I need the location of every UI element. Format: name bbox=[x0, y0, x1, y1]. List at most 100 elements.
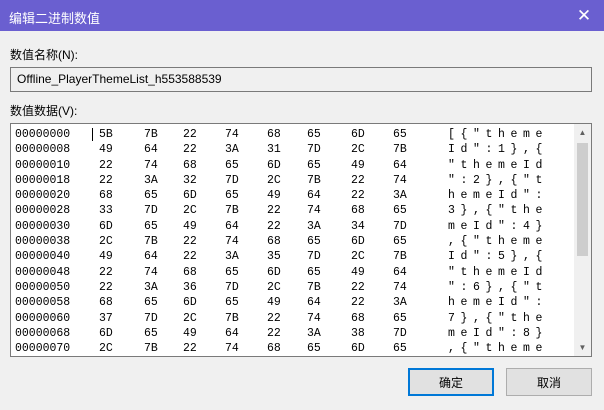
hex-byte[interactable]: 68 bbox=[267, 127, 281, 142]
hex-byte[interactable]: 2C bbox=[267, 280, 281, 295]
hex-byte[interactable]: 7B bbox=[225, 311, 239, 326]
hex-byte[interactable]: 49 bbox=[183, 219, 197, 234]
hex-byte[interactable]: 37 bbox=[99, 311, 113, 326]
hex-byte[interactable]: 32 bbox=[183, 173, 197, 188]
hex-byte[interactable]: 65 bbox=[225, 158, 239, 173]
hex-byte[interactable]: 22 bbox=[351, 173, 365, 188]
hex-byte[interactable]: 65 bbox=[393, 341, 407, 356]
hex-byte[interactable]: 64 bbox=[144, 249, 158, 264]
hex-byte[interactable]: 36 bbox=[183, 280, 197, 295]
hex-byte[interactable]: 68 bbox=[183, 265, 197, 280]
hex-byte[interactable]: 7D bbox=[225, 280, 239, 295]
hex-byte[interactable]: 65 bbox=[144, 188, 158, 203]
hex-byte[interactable]: 33 bbox=[99, 203, 113, 218]
hex-byte[interactable]: 65 bbox=[393, 234, 407, 249]
hex-byte[interactable]: 64 bbox=[393, 265, 407, 280]
hex-byte[interactable]: 49 bbox=[267, 188, 281, 203]
hex-byte[interactable]: 6D bbox=[183, 295, 197, 310]
ok-button[interactable]: 确定 bbox=[408, 368, 494, 396]
hex-byte[interactable]: 22 bbox=[351, 188, 365, 203]
hex-byte[interactable]: 64 bbox=[393, 158, 407, 173]
hex-byte[interactable]: 68 bbox=[99, 295, 113, 310]
hex-byte[interactable]: 74 bbox=[225, 341, 239, 356]
value-name-field[interactable]: Offline_PlayerThemeList_h553588539 bbox=[10, 67, 592, 92]
hex-byte[interactable]: 68 bbox=[351, 203, 365, 218]
hex-byte[interactable]: 5B bbox=[99, 127, 113, 142]
hex-byte[interactable]: 74 bbox=[307, 311, 321, 326]
hex-editor[interactable]: 00000000 5B 7B 22 74 68 65 6D 65[{" t h e m e 00000008… bbox=[10, 123, 592, 357]
hex-byte[interactable]: 35 bbox=[267, 249, 281, 264]
hex-byte[interactable]: 3A bbox=[225, 142, 239, 157]
hex-byte[interactable]: 3A bbox=[144, 173, 158, 188]
hex-byte[interactable]: 74 bbox=[393, 173, 407, 188]
hex-byte[interactable]: 7D bbox=[144, 203, 158, 218]
hex-byte[interactable]: 22 bbox=[267, 219, 281, 234]
hex-byte[interactable]: 6D bbox=[351, 341, 365, 356]
hex-byte[interactable]: 74 bbox=[307, 203, 321, 218]
hex-byte[interactable]: 64 bbox=[307, 295, 321, 310]
scroll-down-icon[interactable]: ▼ bbox=[574, 339, 591, 356]
hex-byte[interactable]: 65 bbox=[307, 341, 321, 356]
vertical-scrollbar[interactable]: ▲ ▼ bbox=[574, 124, 591, 356]
hex-byte[interactable]: 22 bbox=[267, 311, 281, 326]
hex-byte[interactable]: 22 bbox=[351, 280, 365, 295]
hex-byte[interactable]: 65 bbox=[393, 311, 407, 326]
hex-byte[interactable]: 49 bbox=[351, 265, 365, 280]
hex-byte[interactable]: 22 bbox=[183, 249, 197, 264]
hex-byte[interactable]: 74 bbox=[225, 127, 239, 142]
hex-byte[interactable]: 7B bbox=[393, 249, 407, 264]
hex-byte[interactable]: 7B bbox=[144, 234, 158, 249]
hex-byte[interactable]: 65 bbox=[393, 127, 407, 142]
hex-byte[interactable]: 64 bbox=[225, 326, 239, 341]
hex-byte[interactable]: 3A bbox=[393, 295, 407, 310]
hex-byte[interactable]: 31 bbox=[267, 142, 281, 157]
hex-byte[interactable]: 65 bbox=[393, 203, 407, 218]
hex-byte[interactable]: 7B bbox=[144, 341, 158, 356]
hex-byte[interactable]: 7D bbox=[307, 249, 321, 264]
hex-byte[interactable]: 49 bbox=[99, 142, 113, 157]
hex-byte[interactable]: 2C bbox=[351, 142, 365, 157]
hex-byte[interactable]: 7B bbox=[307, 173, 321, 188]
hex-byte[interactable]: 3A bbox=[307, 326, 321, 341]
hex-byte[interactable]: 74 bbox=[144, 265, 158, 280]
hex-byte[interactable]: 6D bbox=[267, 265, 281, 280]
hex-byte[interactable]: 6D bbox=[267, 158, 281, 173]
hex-byte[interactable]: 7D bbox=[393, 219, 407, 234]
hex-byte[interactable]: 34 bbox=[351, 219, 365, 234]
hex-byte[interactable]: 68 bbox=[267, 234, 281, 249]
hex-byte[interactable]: 22 bbox=[99, 280, 113, 295]
hex-byte[interactable]: 68 bbox=[99, 188, 113, 203]
hex-byte[interactable]: 64 bbox=[307, 188, 321, 203]
hex-byte[interactable]: 7D bbox=[307, 142, 321, 157]
hex-byte[interactable]: 22 bbox=[99, 158, 113, 173]
hex-byte[interactable]: 49 bbox=[267, 295, 281, 310]
hex-byte[interactable]: 65 bbox=[144, 326, 158, 341]
hex-byte[interactable]: 3A bbox=[393, 188, 407, 203]
hex-byte[interactable]: 22 bbox=[183, 234, 197, 249]
hex-byte[interactable]: 6D bbox=[99, 326, 113, 341]
hex-byte[interactable]: 65 bbox=[225, 295, 239, 310]
hex-byte[interactable]: 65 bbox=[307, 265, 321, 280]
hex-byte[interactable]: 2C bbox=[183, 311, 197, 326]
hex-byte[interactable]: 6D bbox=[351, 234, 365, 249]
hex-byte[interactable]: 2C bbox=[99, 234, 113, 249]
hex-byte[interactable]: 64 bbox=[225, 219, 239, 234]
hex-byte[interactable]: 68 bbox=[351, 311, 365, 326]
hex-byte[interactable]: 7B bbox=[307, 280, 321, 295]
hex-byte[interactable]: 65 bbox=[225, 265, 239, 280]
hex-byte[interactable]: 65 bbox=[307, 158, 321, 173]
hex-byte[interactable]: 2C bbox=[183, 203, 197, 218]
hex-byte[interactable]: 6D bbox=[183, 188, 197, 203]
hex-byte[interactable]: 22 bbox=[267, 326, 281, 341]
hex-byte[interactable]: 6D bbox=[351, 127, 365, 142]
hex-byte[interactable]: 22 bbox=[99, 173, 113, 188]
close-icon[interactable]: ✕ bbox=[564, 0, 604, 31]
hex-byte[interactable]: 74 bbox=[225, 234, 239, 249]
hex-byte[interactable]: 2C bbox=[351, 249, 365, 264]
hex-byte[interactable]: 65 bbox=[225, 188, 239, 203]
hex-byte[interactable]: 68 bbox=[267, 341, 281, 356]
hex-byte[interactable]: 22 bbox=[183, 142, 197, 157]
hex-byte[interactable]: 49 bbox=[351, 158, 365, 173]
hex-byte[interactable]: 65 bbox=[307, 234, 321, 249]
hex-byte[interactable]: 3A bbox=[144, 280, 158, 295]
